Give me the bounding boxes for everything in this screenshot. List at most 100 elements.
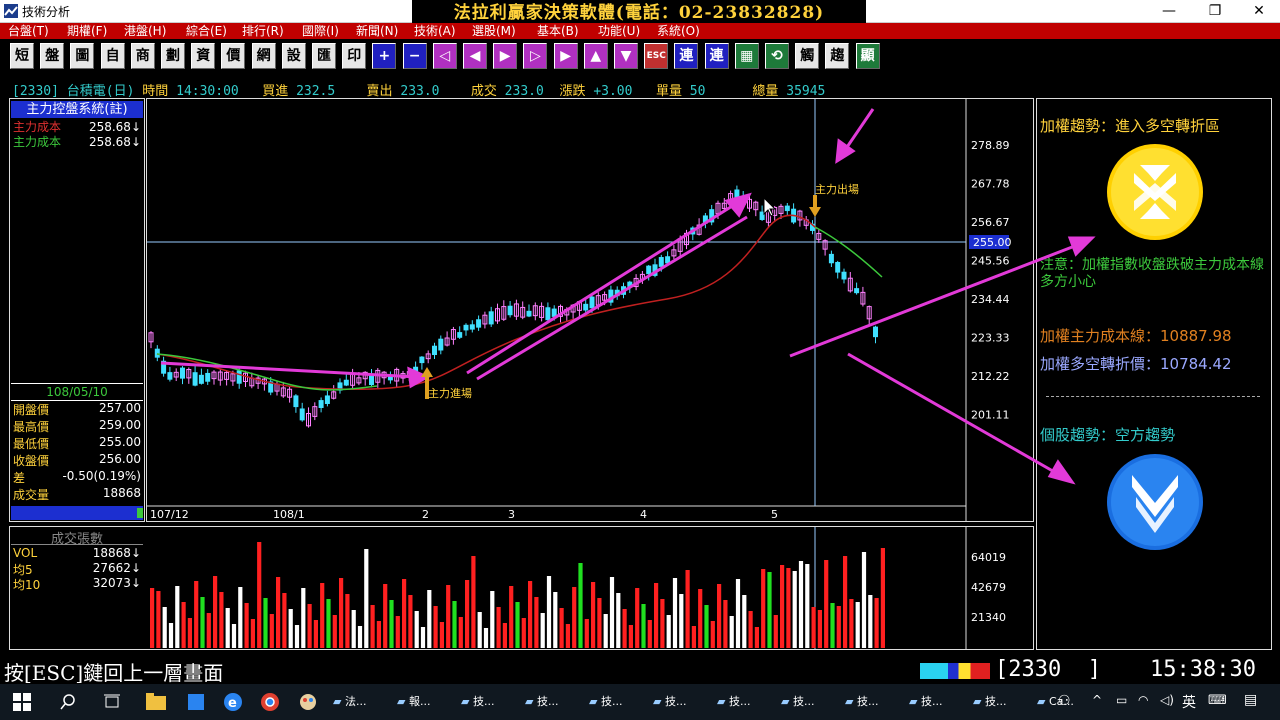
- volume-bar: [150, 588, 155, 648]
- taskbar-item[interactable]: ▰ 技...: [653, 686, 713, 718]
- search-icon[interactable]: [60, 694, 76, 710]
- toolbar-button[interactable]: 連: [674, 43, 699, 69]
- taskbar-item[interactable]: ▰ 報...: [397, 686, 457, 718]
- taskbar-item[interactable]: ▰ 技...: [973, 686, 1033, 718]
- volume-bar: [540, 613, 545, 648]
- quote-row: [2330] 台積電(日) 時間 14:30:00 買進 232.5 賣出 23…: [12, 80, 825, 99]
- taskbar-item[interactable]: ▰ 技...: [525, 686, 585, 718]
- toolbar-button[interactable]: 劃: [161, 43, 185, 69]
- status-code: 2330: [1008, 657, 1062, 682]
- taskbar-item[interactable]: ▰ 技...: [909, 686, 969, 718]
- menu-item[interactable]: 系統(O): [657, 23, 700, 39]
- toolbar-button[interactable]: 價: [221, 43, 246, 69]
- menu-item[interactable]: 國際(I): [302, 23, 339, 39]
- taskbar-item[interactable]: ▰ Ca...: [1037, 686, 1097, 718]
- cost-label-2: 主力成本: [13, 135, 62, 149]
- volume-bar: [641, 604, 646, 648]
- menu-item[interactable]: 台盤(T): [8, 23, 49, 39]
- volume-bar: [213, 576, 218, 648]
- toolbar-button[interactable]: 盤: [40, 43, 65, 69]
- toolbar-button[interactable]: ▷: [523, 43, 548, 69]
- wifi-icon[interactable]: ◠: [1138, 693, 1148, 707]
- candle: [583, 303, 589, 311]
- scroll-track[interactable]: [11, 506, 143, 520]
- taskbar-label: 技...: [728, 695, 751, 708]
- volume-bar: [357, 626, 363, 648]
- toolbar-button[interactable]: ▶: [493, 43, 518, 69]
- toolbar-button[interactable]: ⟲: [765, 43, 789, 69]
- task-view-icon[interactable]: [104, 694, 120, 710]
- menu-item[interactable]: 排行(R): [242, 23, 284, 39]
- scroll-thumb[interactable]: [137, 508, 143, 518]
- volume-bar: [490, 591, 495, 648]
- toolbar-button[interactable]: 印: [342, 43, 367, 69]
- volume-bar: [376, 621, 381, 648]
- toolbar-button[interactable]: +: [372, 43, 397, 69]
- toolbar-button[interactable]: 短: [10, 43, 34, 69]
- maximize-button[interactable]: ❐: [1192, 0, 1238, 22]
- taskbar-item[interactable]: ▰ 技...: [845, 686, 905, 718]
- volume-bar: [395, 616, 400, 648]
- file-explorer-icon[interactable]: [146, 693, 166, 711]
- minimize-button[interactable]: —: [1146, 0, 1192, 22]
- volume-bar: [861, 552, 867, 648]
- volume-bar: [370, 605, 375, 648]
- edge-icon[interactable]: e: [222, 692, 244, 712]
- taskbar-item[interactable]: ▰ 法...: [333, 686, 393, 718]
- taskbar-item[interactable]: ▰ 技...: [589, 686, 649, 718]
- menu-item[interactable]: 綜合(E): [186, 23, 227, 39]
- toolbar-button[interactable]: 觸: [795, 43, 820, 69]
- ohlc-row: 開盤價 257.00: [11, 401, 143, 418]
- toolbar-button[interactable]: ◁: [432, 43, 457, 69]
- battery-icon[interactable]: ▭: [1116, 693, 1127, 707]
- menu-item[interactable]: 功能(U): [598, 23, 640, 39]
- volume-bar: [427, 590, 432, 648]
- toolbar-button[interactable]: 趨: [825, 43, 850, 69]
- app-icon: ▰: [653, 695, 665, 708]
- paint-icon[interactable]: [298, 692, 318, 712]
- cost-line-red: [156, 214, 818, 391]
- toolbar-button[interactable]: 匯: [312, 43, 336, 69]
- side-title[interactable]: 主力控盤系統(註): [11, 101, 143, 118]
- toolbar-button[interactable]: 商: [130, 43, 155, 69]
- taskbar-item[interactable]: ▰ 技...: [461, 686, 521, 718]
- toolbar-button[interactable]: 顯: [855, 43, 880, 69]
- toolbar-button[interactable]: 自: [100, 43, 125, 69]
- menu-item[interactable]: 基本(B): [537, 23, 579, 39]
- toolbar-button[interactable]: ESC: [644, 43, 669, 69]
- app-icon: ▰: [781, 695, 793, 708]
- chrome-icon[interactable]: [260, 692, 280, 712]
- notification-icon[interactable]: ▤: [1244, 692, 1257, 708]
- annotation-arrows: [160, 108, 875, 389]
- close-button[interactable]: ✕: [1236, 0, 1280, 22]
- toolbar-button[interactable]: ▲: [583, 43, 608, 69]
- store-icon[interactable]: [186, 692, 206, 712]
- taskbar-item[interactable]: ▰ 技...: [781, 686, 841, 718]
- keyboard-icon[interactable]: ⌨: [1208, 693, 1227, 708]
- menu-item[interactable]: 港盤(H): [124, 23, 166, 39]
- windows-start-icon[interactable]: [13, 693, 31, 711]
- toolbar-button[interactable]: ▶: [553, 43, 578, 69]
- volume-icon[interactable]: ◁): [1160, 693, 1174, 707]
- ime-indicator[interactable]: 英: [1182, 692, 1196, 712]
- toolbar-button[interactable]: ▼: [614, 43, 638, 69]
- toolbar-button[interactable]: 資: [191, 43, 216, 69]
- menu-item[interactable]: 期權(F): [67, 23, 107, 39]
- toolbar-button[interactable]: 設: [281, 43, 306, 69]
- toolbar-button[interactable]: ◀: [463, 43, 487, 69]
- menu-item[interactable]: 選股(M): [472, 23, 516, 39]
- volume-bar: [710, 621, 715, 648]
- toolbar-button[interactable]: 網: [251, 43, 276, 69]
- toolbar-button[interactable]: 連: [704, 43, 729, 69]
- toolbar-button[interactable]: −: [402, 43, 427, 69]
- x-tick-label: 108/1: [273, 508, 305, 521]
- menu-item[interactable]: 新聞(N): [356, 23, 398, 39]
- app-icon: ▰: [909, 695, 921, 708]
- menu-item[interactable]: 技術(A): [414, 23, 456, 39]
- volume-bar: [414, 611, 419, 648]
- toolbar-button[interactable]: ▦: [734, 43, 759, 69]
- taskbar-item[interactable]: ▰ 技...: [717, 686, 777, 718]
- volume-bar: [313, 620, 318, 648]
- volume-bar: [792, 571, 797, 648]
- toolbar-button[interactable]: 圖: [70, 43, 95, 69]
